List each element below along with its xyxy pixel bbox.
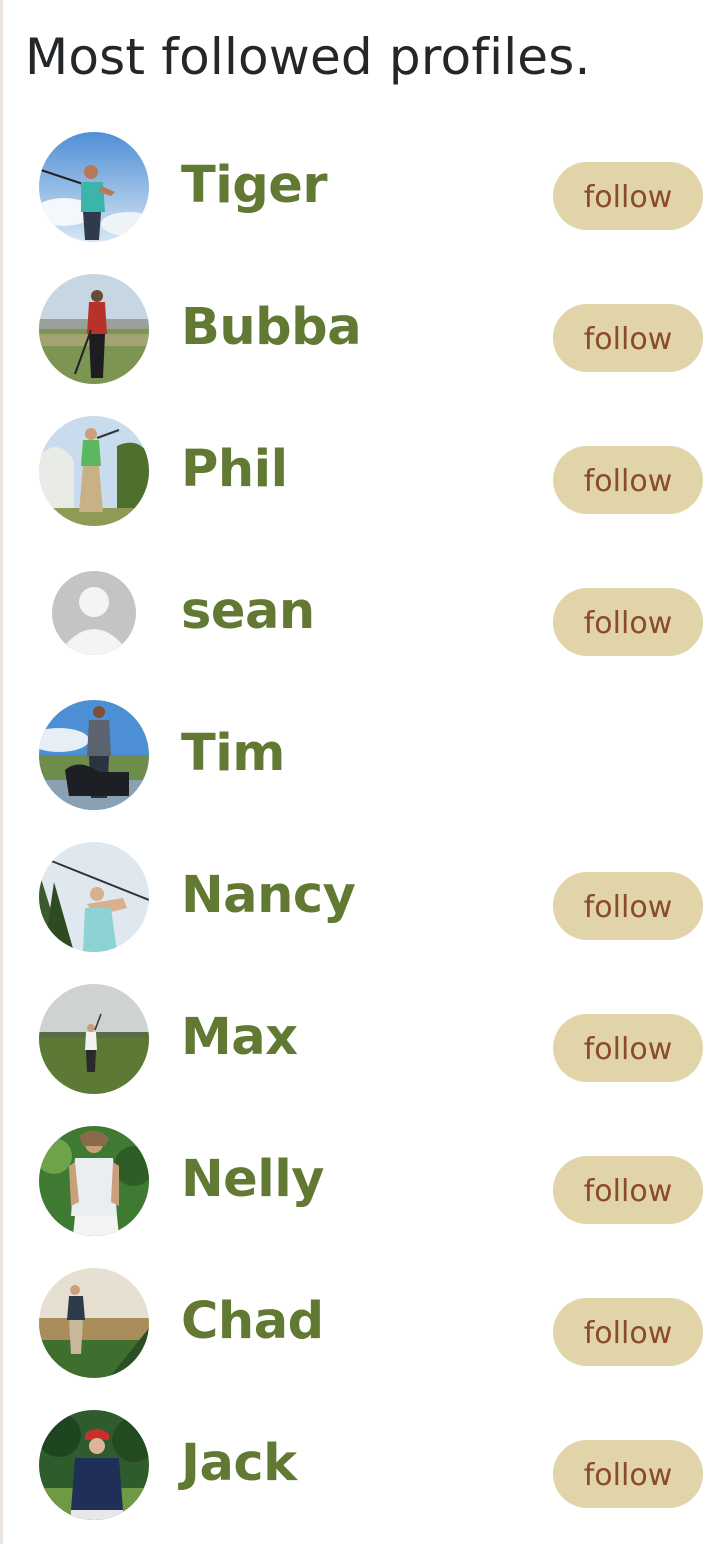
avatar[interactable] xyxy=(39,842,149,952)
golfer-photo-icon xyxy=(39,1410,149,1520)
profile-row: Tiger follow xyxy=(0,116,726,258)
follow-button[interactable]: follow xyxy=(553,872,703,940)
golfer-photo-icon xyxy=(39,132,149,242)
profile-name[interactable]: Tim xyxy=(181,724,285,784)
follow-button[interactable]: follow xyxy=(553,1156,703,1224)
avatar[interactable] xyxy=(39,132,149,242)
avatar[interactable] xyxy=(39,416,149,526)
profile-row: Chad follow xyxy=(0,1252,726,1394)
avatar[interactable] xyxy=(39,700,149,810)
follow-button[interactable]: follow xyxy=(553,1298,703,1366)
page-title: Most followed profiles. xyxy=(25,28,591,86)
avatar[interactable] xyxy=(39,1268,149,1378)
golfer-photo-icon xyxy=(39,1126,149,1236)
follow-button[interactable]: follow xyxy=(553,1014,703,1082)
profile-name[interactable]: sean xyxy=(181,582,315,642)
avatar[interactable] xyxy=(39,1126,149,1236)
golfer-photo-icon xyxy=(39,1268,149,1378)
golfer-photo-icon xyxy=(39,274,149,384)
profile-name[interactable]: Chad xyxy=(181,1292,324,1352)
golfer-photo-icon xyxy=(39,700,149,810)
profile-row: sean follow xyxy=(0,542,726,684)
profile-name[interactable]: Max xyxy=(181,1008,298,1068)
profile-name[interactable]: Jack xyxy=(181,1434,297,1494)
profile-name[interactable]: Nelly xyxy=(181,1150,324,1210)
profile-row: Nelly follow xyxy=(0,1110,726,1252)
avatar[interactable] xyxy=(39,558,149,668)
follow-button[interactable]: follow xyxy=(553,1440,703,1508)
profile-row: Jack follow xyxy=(0,1394,726,1536)
avatar[interactable] xyxy=(39,984,149,1094)
profile-name[interactable]: Phil xyxy=(181,440,288,500)
follow-button[interactable]: follow xyxy=(553,162,703,230)
golfer-photo-icon xyxy=(39,842,149,952)
profile-name[interactable]: Nancy xyxy=(181,866,356,926)
golfer-photo-icon xyxy=(39,416,149,526)
profile-row: Phil follow xyxy=(0,400,726,542)
profile-row: Max follow xyxy=(0,968,726,1110)
profile-row: Tim xyxy=(0,684,726,826)
profile-list: Tiger follow Bubba follow Phil follow se… xyxy=(0,116,726,1536)
profile-row: Nancy follow xyxy=(0,826,726,968)
follow-button[interactable]: follow xyxy=(553,446,703,514)
profile-row: Bubba follow xyxy=(0,258,726,400)
follow-button[interactable]: follow xyxy=(553,588,703,656)
follow-button[interactable]: follow xyxy=(553,304,703,372)
golfer-photo-icon xyxy=(39,984,149,1094)
avatar[interactable] xyxy=(39,1410,149,1520)
profile-name[interactable]: Bubba xyxy=(181,298,362,358)
profile-name[interactable]: Tiger xyxy=(181,156,328,216)
default-user-icon xyxy=(52,571,136,655)
avatar[interactable] xyxy=(39,274,149,384)
